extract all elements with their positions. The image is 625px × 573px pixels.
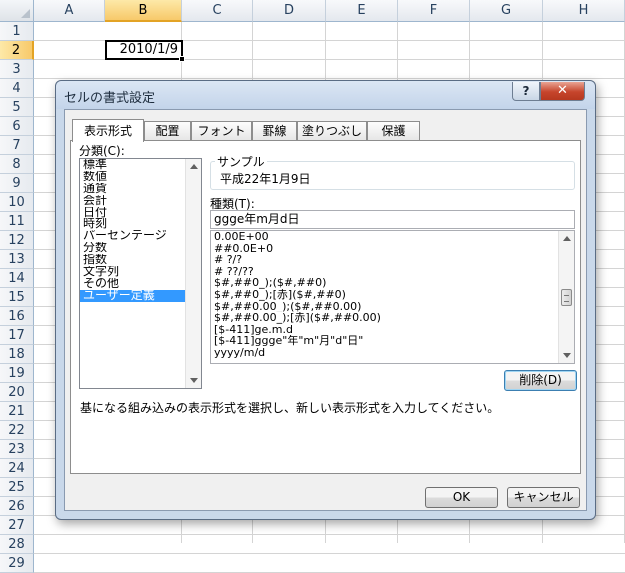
sample-group: サンプル 平成22年1月9日 (210, 153, 575, 190)
row-header-7[interactable]: 7 (0, 136, 34, 155)
row-header-29[interactable]: 29 (0, 554, 34, 573)
category-item[interactable]: 指数 (80, 254, 201, 266)
format-code-item[interactable]: yyyy/m/d (211, 347, 574, 359)
help-button[interactable]: ? (512, 82, 540, 101)
row-header-27[interactable]: 27 (0, 516, 34, 535)
row-header-9[interactable]: 9 (0, 174, 34, 193)
row-header-20[interactable]: 20 (0, 383, 34, 402)
fill-handle[interactable] (179, 56, 185, 62)
column-header-d[interactable]: D (253, 0, 326, 22)
tab-5[interactable]: 塗りつぶし (297, 121, 367, 141)
category-item[interactable]: 分数 (80, 242, 201, 254)
category-item[interactable]: 数値 (80, 171, 201, 183)
row-header-13[interactable]: 13 (0, 250, 34, 269)
instruction-text: 基になる組み込みの表示形式を選択し、新しい表示形式を入力してください。 (80, 401, 500, 415)
row-header-26[interactable]: 26 (0, 497, 34, 516)
category-scrollbar[interactable] (185, 159, 201, 388)
format-code-item[interactable]: $#,##0.00_);($#,##0.00) (211, 301, 574, 313)
category-list[interactable]: 標準 数値 通貨 会計 日付 時刻 パーセンテージ 分数 指数 文字列 その他 ユーザー定義 (79, 158, 202, 389)
tab-1[interactable]: 表示形式 (72, 119, 144, 142)
row-header-5[interactable]: 5 (0, 98, 34, 117)
row-header-6[interactable]: 6 (0, 117, 34, 136)
dialog-title-bar[interactable]: セルの書式設定 ? ✕ (56, 81, 595, 109)
scroll-up-arrow-icon[interactable] (190, 164, 198, 169)
type-input[interactable]: ggge年m月d日 (210, 210, 575, 229)
scroll-thumb[interactable] (561, 289, 572, 306)
delete-button[interactable]: 削除(D) (504, 370, 577, 391)
format-code-item[interactable]: 0.00E+00 (211, 231, 574, 243)
column-header-c[interactable]: C (182, 0, 253, 22)
column-header-e[interactable]: E (326, 0, 398, 22)
row-header-2[interactable]: 2 (0, 41, 34, 60)
column-header-h[interactable]: H (543, 0, 625, 22)
category-item[interactable]: 文字列 (80, 266, 201, 278)
category-item[interactable]: 会計 (80, 195, 201, 207)
tab-2[interactable]: 配置 (144, 121, 191, 141)
row-header-22[interactable]: 22 (0, 421, 34, 440)
category-item[interactable]: 時刻 (80, 218, 201, 230)
category-item[interactable]: 日付 (80, 207, 201, 219)
row-header-19[interactable]: 19 (0, 364, 34, 383)
category-label: 分類(C): (79, 144, 125, 158)
grid-row-line (34, 553, 625, 554)
scroll-down-arrow-icon[interactable] (190, 378, 198, 383)
column-header-a[interactable]: A (34, 0, 105, 22)
row-header-23[interactable]: 23 (0, 440, 34, 459)
row-header-8[interactable]: 8 (0, 155, 34, 174)
sample-label: サンプル (215, 153, 267, 170)
ok-button[interactable]: OK (425, 487, 498, 508)
row-header-25[interactable]: 25 (0, 478, 34, 497)
format-code-item[interactable]: ##0.0E+0 (211, 243, 574, 255)
dialog-title: セルの書式設定 (64, 91, 156, 106)
tab-6[interactable]: 保護 (367, 121, 420, 141)
row-header-28[interactable]: 28 (0, 535, 34, 554)
row-header-21[interactable]: 21 (0, 402, 34, 421)
row-header-11[interactable]: 11 (0, 212, 34, 231)
column-header-b[interactable]: B (105, 0, 182, 22)
format-code-item[interactable]: $#,##0.00_);[赤]($#,##0.00) (211, 312, 574, 324)
row-header-16[interactable]: 16 (0, 307, 34, 326)
format-cells-dialog: セルの書式設定 ? ✕ 表示形式 配置 フォント 罫線 塗りつぶし 保護 分類(C): 標… (55, 80, 596, 520)
sample-value: 平成22年1月9日 (220, 172, 311, 186)
format-code-item[interactable]: [$-411]ge.m.d (211, 324, 574, 336)
column-header-g[interactable]: G (470, 0, 543, 22)
column-header-f[interactable]: F (398, 0, 470, 22)
grid-row-line (34, 534, 625, 535)
row-header-4[interactable]: 4 (0, 79, 34, 98)
tab-4[interactable]: 罫線 (252, 121, 297, 141)
category-item[interactable]: その他 (80, 278, 201, 290)
category-item[interactable]: ユーザー定義 (80, 289, 201, 302)
row-header-17[interactable]: 17 (0, 326, 34, 345)
row-header-12[interactable]: 12 (0, 231, 34, 250)
row-header-3[interactable]: 3 (0, 60, 34, 79)
category-item[interactable]: 通貨 (80, 183, 201, 195)
row-header-10[interactable]: 10 (0, 193, 34, 212)
format-code-item[interactable]: $#,##0_);($#,##0) (211, 277, 574, 289)
format-code-list[interactable]: 0.00E+00 ##0.0E+0 # ?/? # ??/?? $#,##0_);($#… (210, 230, 575, 364)
format-code-item[interactable]: $#,##0_);[赤]($#,##0) (211, 289, 574, 301)
row-header-14[interactable]: 14 (0, 269, 34, 288)
format-code-item[interactable]: [$-411]ggge"年"m"月"d"日" (211, 335, 574, 347)
cancel-button[interactable]: キャンセル (507, 487, 580, 508)
dialog-body: 表示形式 配置 フォント 罫線 塗りつぶし 保護 分類(C): 標準 数値 通貨 会計 日付 時刻パ… (64, 109, 587, 511)
scroll-up-arrow-icon[interactable] (563, 236, 571, 241)
format-list-scrollbar[interactable] (558, 231, 574, 363)
category-item[interactable]: パーセンテージ (80, 230, 201, 242)
number-format-panel: 分類(C): 標準 数値 通貨 会計 日付 時刻 パーセンテージ 分数 指数 文字列 その他 ユーザー… (70, 140, 581, 474)
scroll-down-arrow-icon[interactable] (563, 353, 571, 358)
category-item[interactable]: 標準 (80, 159, 201, 171)
active-cell-b2[interactable]: 2010/1/9 (105, 40, 183, 60)
format-code-item[interactable]: # ?/? (211, 254, 574, 266)
close-button[interactable]: ✕ (540, 82, 585, 101)
row-header-18[interactable]: 18 (0, 345, 34, 364)
row-header-1[interactable]: 1 (0, 22, 34, 41)
grid-row-line (34, 78, 625, 79)
tab-3[interactable]: フォント (191, 121, 252, 141)
select-all-corner[interactable] (0, 0, 34, 22)
format-code-item[interactable]: # ??/?? (211, 266, 574, 278)
row-header-24[interactable]: 24 (0, 459, 34, 478)
row-header-15[interactable]: 15 (0, 288, 34, 307)
